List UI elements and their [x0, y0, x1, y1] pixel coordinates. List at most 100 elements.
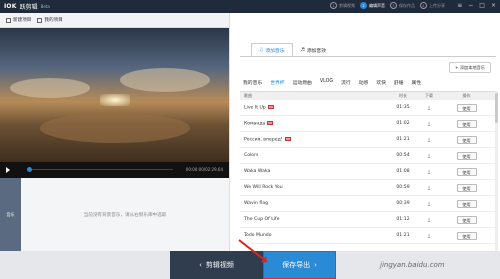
category-tab[interactable]: 世界杯 [270, 79, 284, 86]
tab-add-sfx[interactable]: ♬ 添加音效 [293, 43, 335, 57]
scrollbar-thumb[interactable] [495, 93, 498, 123]
back-to-edit-button[interactable]: ‹ 剪辑视频 [170, 251, 263, 279]
use-song-button[interactable]: 使用 [456, 183, 477, 192]
folder-icon [37, 17, 43, 23]
use-song-button[interactable]: 使用 [456, 231, 477, 240]
step-number: 2 [360, 2, 367, 9]
close-icon[interactable]: × [491, 2, 496, 9]
use-song-button[interactable]: 使用 [456, 135, 477, 144]
chevron-left-icon: ‹ [199, 261, 202, 269]
my-projects-label: 我的项目 [44, 18, 63, 23]
song-row[interactable]: Россия, вперед! 01:21 ⤓ 使用 [240, 132, 495, 148]
hot-flag-icon [267, 120, 274, 125]
song-row[interactable]: We Will Rock You 00:59 ⤓ 使用 [240, 180, 495, 196]
download-cell: ⤓ [414, 105, 444, 111]
song-row[interactable]: Wavin flag 00:39 ⤓ 使用 [240, 196, 495, 212]
tab-divider [240, 56, 496, 57]
category-tab[interactable]: 欢快 [376, 79, 386, 86]
song-title-cell: We Will Rock You [240, 185, 392, 190]
action-cell: 使用 [444, 215, 489, 224]
music-library-panel: ♫ 添加音乐 ♬ 添加音效 + 添加本地音乐 我的音乐 世界杯 运动燃曲 VLOG 流行 动感… [229, 13, 500, 253]
song-row[interactable]: Colors 00:54 ⤓ 使用 [240, 148, 495, 164]
category-tab[interactable]: VLOG [320, 79, 333, 86]
maximize-icon[interactable]: □ [479, 2, 485, 9]
category-tab[interactable]: 舒缓 [394, 79, 404, 86]
song-row[interactable]: Команда 01:02 ⤓ 使用 [240, 116, 495, 132]
download-icon[interactable]: ⤓ [428, 201, 430, 207]
col-title: 歌曲 [244, 93, 252, 98]
new-project-label: 新建项目 [13, 18, 32, 23]
minimize-icon[interactable]: − [468, 2, 473, 9]
download-cell: ⤓ [414, 137, 444, 143]
music-track-area[interactable]: 当前没有背景音乐，请从右侧乐库中选取 [21, 178, 229, 251]
use-song-button[interactable]: 使用 [456, 151, 477, 160]
save-export-button[interactable]: 保存导出 › [263, 251, 336, 279]
music-note-icon: ♫ [259, 47, 264, 53]
song-row[interactable]: Live It Up 01:35 ⤓ 使用 [240, 100, 495, 116]
category-tab[interactable]: 运动燃曲 [293, 79, 312, 86]
title-bar: IOK 跃剪辑 Beta 1 剪辑视频 2 编辑声音 3 保存作品 4 上传分享 ≡ −… [0, 0, 500, 13]
download-cell: ⤓ [414, 217, 444, 223]
download-icon[interactable]: ⤓ [428, 233, 430, 239]
song-duration: 00:54 [396, 153, 410, 158]
step-save[interactable]: 3 保存作品 [390, 2, 415, 9]
play-icon[interactable] [6, 167, 10, 173]
action-cell: 使用 [444, 167, 489, 176]
download-icon[interactable]: ⤓ [428, 169, 430, 175]
download-cell: ⤓ [414, 201, 444, 207]
category-tab[interactable]: 属性 [412, 79, 422, 86]
song-row[interactable]: Waka Waka 01:08 ⤓ 使用 [240, 164, 495, 180]
add-local-music-button[interactable]: + 添加本地音乐 [449, 62, 491, 73]
song-duration: 00:39 [396, 201, 410, 206]
video-preview[interactable] [0, 28, 229, 162]
step-edit-audio[interactable]: 2 编辑声音 [360, 2, 385, 9]
download-icon[interactable]: ⤓ [428, 105, 430, 111]
download-icon[interactable]: ⤓ [428, 153, 430, 159]
action-cell: 使用 [444, 151, 489, 160]
step-share[interactable]: 4 上传分享 [420, 2, 445, 9]
step-number: 1 [330, 2, 337, 9]
progress-knob[interactable] [27, 167, 32, 172]
download-cell: ⤓ [414, 121, 444, 127]
use-song-button[interactable]: 使用 [456, 119, 477, 128]
song-row[interactable]: The Cup Of Life 01:12 ⤓ 使用 [240, 212, 495, 228]
download-icon[interactable]: ⤓ [428, 217, 430, 223]
watermark: jingyan.baidu.com [380, 261, 445, 269]
action-cell: 使用 [444, 231, 489, 240]
use-song-button[interactable]: 使用 [456, 199, 477, 208]
category-tab[interactable]: 流行 [341, 79, 351, 86]
progress-bar[interactable] [27, 167, 173, 172]
song-title-cell: Waka Waka [240, 169, 392, 174]
song-title-cell: Colors [240, 153, 392, 158]
song-row[interactable]: Todo Mundo 01:21 ⤓ 使用 [240, 228, 495, 244]
col-action: 操作 [462, 93, 471, 98]
song-title-cell: Todo Mundo [240, 233, 392, 238]
action-cell: 使用 [444, 183, 489, 192]
menu-icon[interactable]: ≡ [457, 2, 462, 9]
category-tab[interactable]: 我的音乐 [243, 79, 262, 86]
scrollbar[interactable] [495, 91, 498, 253]
category-tab[interactable]: 动感 [359, 79, 369, 86]
download-icon[interactable]: ⤓ [428, 121, 430, 127]
library-tabs: ♫ 添加音乐 ♬ 添加音效 [251, 43, 334, 57]
download-icon[interactable]: ⤓ [428, 137, 430, 143]
song-title-cell: Команда [240, 120, 392, 126]
my-projects-button[interactable]: 我的项目 [37, 17, 63, 23]
step-edit-video[interactable]: 1 剪辑视频 [330, 2, 355, 9]
app-logo: IOK [4, 3, 17, 10]
song-list: Live It Up 01:35 ⤓ 使用 Команда 01:02 ⤓ 使用 Россия,… [240, 100, 495, 244]
app-name: 跃剪辑 [19, 4, 38, 11]
use-song-button[interactable]: 使用 [456, 167, 477, 176]
new-project-button[interactable]: 新建项目 [6, 17, 31, 23]
download-icon[interactable]: ⤓ [428, 185, 430, 191]
action-cell: 使用 [444, 103, 489, 112]
tab-add-sfx-label: 添加音效 [306, 48, 327, 54]
song-duration: 01:12 [396, 217, 410, 222]
timeline-tracks: 音乐 当前没有背景音乐，请从右侧乐库中选取 [0, 178, 229, 251]
use-song-button[interactable]: 使用 [456, 215, 477, 224]
use-song-button[interactable]: 使用 [456, 103, 477, 112]
back-label: 剪辑视频 [205, 261, 234, 269]
hot-flag-icon [267, 104, 274, 109]
download-cell: ⤓ [414, 153, 444, 159]
tab-add-music[interactable]: ♫ 添加音乐 [251, 43, 293, 57]
